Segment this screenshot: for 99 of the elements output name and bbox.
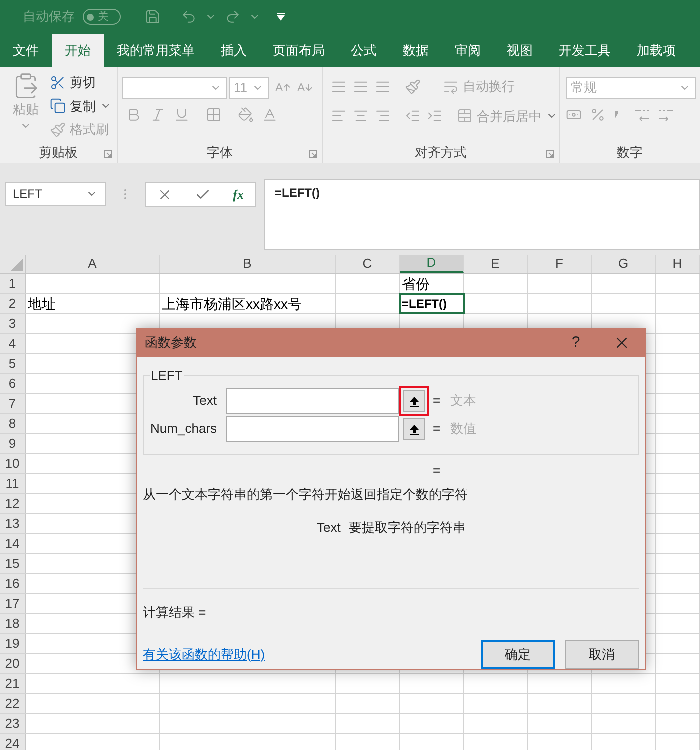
row-header[interactable]: 2: [0, 294, 26, 313]
row-header[interactable]: 16: [0, 574, 26, 593]
row-header[interactable]: 22: [0, 694, 26, 713]
formula-input[interactable]: =LEFT(): [264, 179, 700, 250]
equals-sign: =: [433, 420, 441, 438]
column-header[interactable]: G: [592, 255, 656, 273]
copy-icon: [50, 98, 66, 114]
up-arrow-icon: [408, 424, 420, 434]
border-icon[interactable]: [206, 107, 222, 123]
italic-icon[interactable]: [150, 107, 166, 123]
group-label: 数字: [617, 144, 643, 162]
column-header[interactable]: H: [656, 255, 700, 273]
argument-field[interactable]: [226, 416, 399, 442]
customize-menu-icon[interactable]: [277, 13, 285, 21]
ribbon-tab[interactable]: 开始: [52, 34, 104, 67]
drag-handle-icon[interactable]: [124, 189, 127, 200]
dialog-launcher-icon[interactable]: [309, 150, 318, 159]
name-box[interactable]: LEFT: [5, 182, 106, 206]
row-header[interactable]: 5: [0, 354, 26, 373]
row-header[interactable]: 4: [0, 334, 26, 353]
row-header[interactable]: 21: [0, 674, 26, 693]
column-header[interactable]: B: [160, 255, 336, 273]
brush-icon: [50, 122, 66, 138]
ribbon-tab[interactable]: 我的常用菜单: [104, 34, 208, 67]
select-all-icon[interactable]: [11, 259, 23, 271]
row-header[interactable]: 15: [0, 554, 26, 573]
dialog-button[interactable]: 取消: [565, 640, 639, 669]
group-label: 对齐方式: [415, 144, 467, 162]
row-header[interactable]: 14: [0, 534, 26, 553]
scissors-icon: [50, 74, 66, 91]
cell-text: =LEFT(): [402, 296, 447, 313]
font-name-field[interactable]: [122, 77, 227, 99]
row-header[interactable]: 11: [0, 474, 26, 493]
row-header[interactable]: 23: [0, 714, 26, 733]
merge-cells-icon: [457, 108, 473, 124]
ribbon-tab[interactable]: 公式: [338, 34, 390, 67]
row-header[interactable]: 18: [0, 614, 26, 633]
row-header[interactable]: 13: [0, 514, 26, 533]
ribbon-tab[interactable]: 开发工具: [546, 34, 624, 67]
font-color-icon[interactable]: [262, 107, 278, 123]
fill-color-icon[interactable]: [238, 107, 254, 123]
dialog-button[interactable]: 确定: [481, 640, 555, 669]
column-header[interactable]: A: [26, 255, 160, 273]
ribbon-tab[interactable]: 审阅: [442, 34, 494, 67]
undo-icon[interactable]: [181, 9, 197, 25]
help-button[interactable]: ?: [553, 332, 599, 354]
dialog-title: 函数参数: [145, 334, 198, 352]
dialog-launcher-icon[interactable]: [104, 150, 113, 159]
ribbon-tab[interactable]: 加载项: [624, 34, 689, 67]
row-header[interactable]: 17: [0, 594, 26, 613]
row-header[interactable]: 19: [0, 634, 26, 653]
argument-description: 要提取字符的字符串: [348, 519, 466, 537]
ribbon-tab[interactable]: 插入: [208, 34, 260, 67]
ribbon-command[interactable]: 剪切: [50, 73, 112, 92]
row-header[interactable]: 7: [0, 394, 26, 413]
dialog-launcher-icon[interactable]: [546, 150, 555, 159]
group-label: 字体: [207, 144, 233, 162]
collapse-dialog-button[interactable]: [403, 390, 425, 412]
autosave-label: 自动保存: [23, 8, 75, 26]
ribbon-tab[interactable]: 视图: [494, 34, 546, 67]
ribbon-tab[interactable]: 数据: [390, 34, 442, 67]
row-header[interactable]: 20: [0, 654, 26, 673]
argument-name: Text: [317, 519, 341, 537]
function-description: 从一个文本字符串的第一个字符开始返回指定个数的字符: [143, 486, 469, 504]
row-header[interactable]: 3: [0, 314, 26, 333]
formula-result: 计算结果 =: [143, 604, 208, 622]
up-arrow-icon: [408, 396, 420, 406]
ribbon-tab[interactable]: 页面布局: [260, 34, 338, 67]
argument-label: Num_chars: [150, 420, 217, 438]
group-label: 剪贴板: [39, 144, 78, 162]
cell-text: 省份: [402, 275, 430, 294]
row-header[interactable]: 6: [0, 374, 26, 393]
row-header[interactable]: 1: [0, 274, 26, 293]
argument-type-hint: 文本: [450, 392, 477, 410]
redo-icon[interactable]: [225, 9, 241, 25]
cell-text: 地址: [28, 295, 56, 314]
help-link[interactable]: 有关该函数的帮助(H): [143, 644, 471, 664]
result-equals-sign: =: [433, 462, 442, 480]
cell-text: 上海市杨浦区xx路xx号: [162, 295, 302, 314]
equals-sign: =: [433, 392, 441, 410]
percent-icon[interactable]: [590, 107, 606, 123]
save-icon[interactable]: [145, 9, 161, 25]
row-header[interactable]: 24: [0, 734, 26, 750]
row-header[interactable]: 12: [0, 494, 26, 513]
comma-icon[interactable]: [614, 111, 618, 119]
argument-type-hint: 数值: [450, 420, 477, 438]
argument-field[interactable]: [226, 388, 399, 414]
row-header[interactable]: 8: [0, 414, 26, 433]
ribbon-command[interactable]: 复制: [50, 96, 112, 116]
collapse-dialog-button[interactable]: [403, 418, 425, 440]
column-header[interactable]: F: [528, 255, 592, 273]
insert-function-button[interactable]: fx: [233, 184, 244, 204]
column-header[interactable]: E: [464, 255, 528, 273]
row-header[interactable]: 9: [0, 434, 26, 453]
column-header[interactable]: D: [400, 255, 464, 273]
ribbon-tab[interactable]: 文件: [0, 34, 52, 67]
argument-label: Text: [192, 392, 217, 410]
underline-icon[interactable]: [174, 107, 190, 123]
row-header[interactable]: 10: [0, 454, 26, 473]
